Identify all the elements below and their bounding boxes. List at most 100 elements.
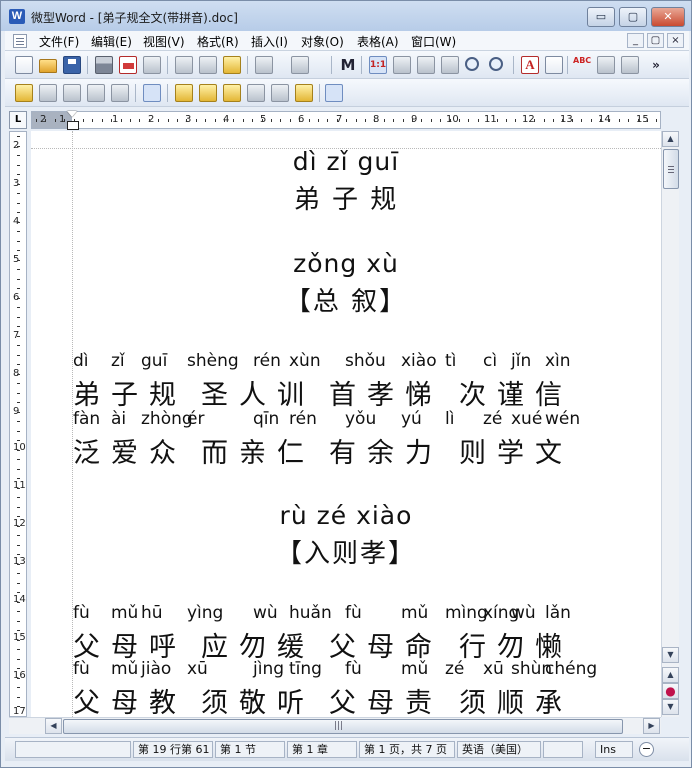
styles-icon[interactable] [621,56,639,74]
document-icon[interactable] [13,34,27,48]
tab-stop-selector[interactable]: L [9,111,27,129]
doc-restore-button[interactable]: ▢ [647,33,664,48]
zoom-icon[interactable] [465,57,479,71]
eraser-pen-icon[interactable] [247,84,265,102]
minimize-button[interactable]: ▭ [587,7,615,27]
new-document-icon[interactable] [15,56,33,74]
save-icon[interactable] [63,56,81,74]
scroll-left-button[interactable]: ◀ [45,718,62,734]
indent-marker[interactable] [67,111,79,130]
scroll-down-button[interactable]: ▼ [662,647,679,663]
ruler-tick [139,119,140,122]
horizontal-ruler[interactable]: 2 1 1 2 3 4 5 6 7 8 9 10 11 12 13 14 15 [31,111,661,129]
ruler-tick [17,497,20,498]
full-page-icon[interactable] [417,56,435,74]
horizontal-scrollbar[interactable]: ◀ ||| ▶ [45,717,661,734]
clear-pen-icon[interactable] [271,84,289,102]
ruler-tick [562,119,563,122]
word-app-icon[interactable]: W [9,9,25,24]
object-paste-icon[interactable] [111,84,129,102]
ruler-tick [215,119,216,122]
zoom-out-button[interactable]: − [639,742,654,757]
brush-pen-icon[interactable] [223,84,241,102]
hanzi-character: 泛 [73,438,100,469]
print-preview-icon[interactable] [143,56,161,74]
menu-table[interactable]: 表格(A) [357,33,399,50]
pinyin-syllable: zǐ [111,351,125,371]
ruler-number: 13 [13,556,26,567]
menu-edit[interactable]: 编辑(E) [91,33,132,50]
select-browse-object-icon[interactable]: ● [662,683,679,699]
edit-object-icon[interactable] [39,84,57,102]
section-pinyin: rù zé xiào [279,501,413,530]
ruler-tick [17,659,20,660]
menu-file[interactable]: 文件(F) [39,33,79,50]
open-folder-icon[interactable] [39,59,57,73]
print-icon[interactable] [95,56,113,74]
status-language[interactable]: 英语（美国） [457,741,541,758]
page-width-icon[interactable] [393,56,411,74]
marker-pen-icon[interactable] [199,84,217,102]
ruler-tick [17,545,20,546]
menu-object[interactable]: 对象(O) [301,33,344,50]
ruler-tick [572,119,573,122]
ruler-number: 12 [13,518,26,529]
verse-pinyin-line: fàn ài zhòng ér qīn rén yǒu yú lì zé xué wén [73,409,633,431]
ruler-tick [17,336,20,337]
vertical-ruler[interactable]: 2 3 4 5 6 7 8 9 10 11 12 13 14 15 16 17 [9,131,27,717]
ruler-number: 16 [13,670,26,681]
pinyin-syllable: xū [483,659,504,679]
ruler-tick [64,119,65,122]
insert-mode-indicator[interactable]: Ins [595,741,633,758]
ruler-tick [403,119,404,122]
columns-icon[interactable] [597,56,615,74]
annotate-document-icon[interactable] [325,84,343,102]
scroll-right-button[interactable]: ▶ [643,718,660,734]
scroll-up-button[interactable]: ▲ [662,131,679,147]
menu-window[interactable]: 窗口(W) [411,33,456,50]
menu-format[interactable]: 格式(R) [197,33,239,50]
object-frame-icon[interactable] [143,84,161,102]
previous-page-button[interactable]: ▲ [662,667,679,683]
insert-object-icon[interactable] [15,84,33,102]
actual-size-icon[interactable]: 1:1 [369,56,387,74]
export-pdf-icon[interactable] [119,56,137,74]
pinyin-syllable: mǔ [401,659,429,679]
pinyin-syllable: tīng [289,659,322,679]
ruler-tick [83,119,84,122]
document-canvas[interactable]: dì zǐ guī 弟 子 规 zǒng xù 【总 叙】 dì zǐ guī shè… [31,131,661,717]
standard-toolbar: M 1:1 A ABC » [5,51,689,79]
object-copy-icon[interactable] [87,84,105,102]
undo-icon[interactable] [255,56,273,74]
vertical-scroll-thumb[interactable] [663,149,679,189]
paste-icon[interactable] [223,56,241,74]
maximize-button[interactable]: ▢ [619,7,647,27]
menu-insert[interactable]: 插入(I) [251,33,288,50]
ruler-tick [17,355,20,356]
note-pen-icon[interactable] [295,84,313,102]
paragraph-format-icon[interactable] [545,56,563,74]
view-mode-buttons[interactable] [9,717,45,734]
next-page-button[interactable]: ▼ [662,699,679,715]
find-binoculars-icon[interactable]: M [339,56,357,74]
highlight-pen-icon[interactable] [175,84,193,102]
doc-close-button[interactable]: × [667,33,684,48]
vertical-scrollbar[interactable]: ▲ ▼ ▲ ● ▼ [661,131,679,717]
spell-check-icon[interactable]: ABC [573,56,591,74]
two-pages-icon[interactable] [441,56,459,74]
pinyin-syllable: hū [141,603,163,623]
delete-object-icon[interactable] [63,84,81,102]
cut-icon[interactable] [175,56,193,74]
toolbar-overflow-icon[interactable]: » [647,56,665,74]
ruler-tick [525,119,526,122]
copy-icon[interactable] [199,56,217,74]
ruler-tick [55,119,56,122]
horizontal-scroll-thumb[interactable]: ||| [63,719,623,734]
doc-minimize-button[interactable]: _ [627,33,644,48]
ruler-number: 10 [13,442,26,453]
close-button[interactable]: ✕ [651,7,685,27]
menu-view[interactable]: 视图(V) [143,33,185,50]
font-color-icon[interactable]: A [521,56,539,74]
redo-icon[interactable] [291,56,309,74]
zoom-percent-icon[interactable] [489,57,503,71]
